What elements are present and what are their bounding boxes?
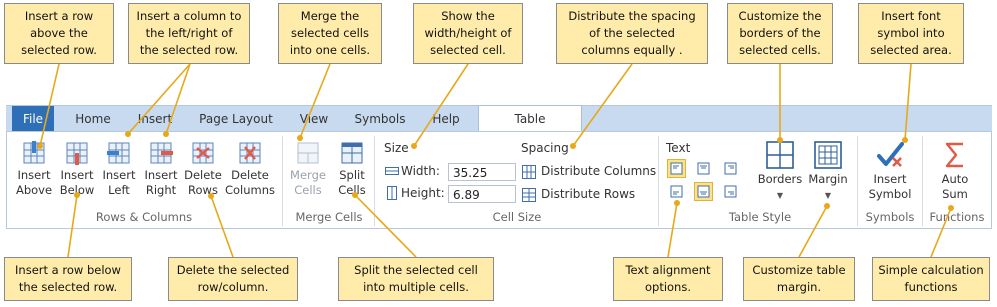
callout-insert-column: Insert a column to the left/right of the… (128, 3, 250, 64)
ribbon-tab-bar: File Home Insert Page Layout View Symbol… (6, 105, 992, 133)
delete-columns-label: Delete Columns (224, 168, 276, 197)
borders-dropdown-icon: ▼ (776, 191, 784, 200)
merge-cells-label: Merge Cells (290, 168, 326, 197)
height-field[interactable]: 6.89 (448, 185, 516, 203)
margin-icon (814, 141, 842, 169)
tab-page-layout[interactable]: Page Layout (194, 106, 278, 132)
margin-button[interactable]: Margin ▼ (804, 140, 852, 203)
width-label: Width: (401, 164, 440, 178)
tab-file[interactable]: File (12, 106, 54, 132)
callout-split: Split the selected cell into multiple ce… (338, 257, 494, 301)
tab-table[interactable]: Table (478, 105, 582, 133)
merge-cells-icon (297, 142, 319, 164)
insert-symbol-button[interactable]: Insert Symbol (858, 140, 922, 202)
tab-view[interactable]: View (292, 106, 336, 132)
group-separator (374, 136, 375, 226)
align-top-left-button[interactable] (667, 159, 686, 178)
width-field[interactable]: 35.25 (448, 163, 516, 181)
distribute-columns-label: Distribute Columns (541, 164, 657, 178)
width-icon (385, 167, 399, 175)
auto-sum-button[interactable]: Auto Sum (926, 140, 984, 202)
insert-below-button[interactable]: Insert Below (55, 140, 99, 198)
align-top-center-icon (697, 162, 710, 175)
delete-rows-button[interactable]: Delete Rows (182, 140, 224, 198)
group-separator (922, 136, 923, 226)
group-label-table-style: Table Style (728, 210, 792, 224)
insert-right-label: Insert Right (144, 168, 178, 197)
callout-insert-symbol: Insert font symbol into selected area. (858, 3, 964, 64)
margin-dropdown-icon: ▼ (824, 191, 832, 200)
group-label-symbols: Symbols (865, 210, 915, 224)
group-label-rows-columns: Rows & Columns (95, 210, 193, 224)
tab-home[interactable]: Home (68, 106, 118, 132)
text-heading: Text (666, 141, 691, 155)
insert-above-label: Insert Above (15, 168, 53, 197)
callout-merge: Merge the selected cells into one cells. (278, 3, 382, 64)
borders-button[interactable]: Borders ▼ (754, 140, 806, 203)
distribute-columns-icon (522, 165, 536, 179)
align-top-left-icon (670, 162, 683, 175)
align-bottom-center-icon (697, 185, 710, 198)
tab-help[interactable]: Help (424, 106, 468, 132)
group-label-cell-size: Cell Size (492, 210, 542, 224)
insert-symbol-label: Insert Symbol (868, 172, 912, 201)
delete-rows-label: Delete Rows (184, 168, 222, 197)
distribute-rows-label: Distribute Rows (541, 187, 636, 201)
spacing-heading: Spacing (521, 141, 569, 155)
auto-sum-label: Auto Sum (941, 172, 969, 201)
borders-label: Borders (757, 172, 803, 186)
insert-below-icon (66, 142, 88, 165)
height-label: Height: (401, 186, 445, 200)
group-separator (282, 136, 283, 226)
callout-insert-below: Insert a row below the selected row. (4, 257, 132, 301)
delete-rows-icon (192, 142, 214, 164)
group-separator (658, 136, 659, 226)
tab-insert[interactable]: Insert (130, 106, 180, 132)
distribute-rows-icon (522, 188, 536, 202)
insert-left-button[interactable]: Insert Left (99, 140, 139, 198)
align-top-right-icon (724, 162, 737, 175)
delete-columns-button[interactable]: Delete Columns (224, 140, 276, 198)
split-cells-icon (341, 142, 363, 164)
insert-left-label: Insert Left (102, 168, 136, 197)
insert-above-icon (23, 141, 45, 164)
delete-columns-icon (239, 142, 261, 164)
callout-margin: Customize table margin. (743, 257, 855, 301)
callout-borders: Customize the borders of the selected ce… (727, 3, 833, 64)
split-cells-label: Split Cells (338, 168, 366, 197)
symbol-checkmark-icon (877, 142, 904, 167)
callout-calculation: Simple calculation functions (872, 257, 990, 301)
insert-right-button[interactable]: Insert Right (140, 140, 182, 198)
insert-left-icon (107, 142, 130, 164)
insert-above-button[interactable]: Insert Above (12, 140, 56, 198)
callout-delete: Delete the selected row/column. (168, 257, 298, 301)
sigma-icon (945, 142, 963, 168)
size-heading: Size (384, 141, 409, 155)
group-label-merge-cells: Merge Cells (295, 210, 363, 224)
callout-insert-above: Insert a row above the selected row. (4, 3, 114, 64)
insert-below-label: Insert Below (59, 168, 95, 197)
align-bottom-left-icon (670, 185, 683, 198)
align-bottom-right-button[interactable] (721, 182, 740, 201)
borders-icon (766, 141, 794, 169)
callout-distribute: Distribute the spacing of the selected c… (556, 3, 708, 64)
callout-show-size: Show the width/height of selected cell. (413, 3, 523, 64)
align-bottom-right-icon (724, 185, 737, 198)
callout-text-alignment: Text alignment options. (613, 257, 723, 301)
tab-symbols[interactable]: Symbols (348, 106, 412, 132)
align-top-center-button[interactable] (694, 159, 713, 178)
height-icon (387, 186, 397, 200)
split-cells-button[interactable]: Split Cells (330, 140, 374, 198)
group-label-functions: Functions (929, 210, 985, 224)
align-bottom-left-button[interactable] (667, 182, 686, 201)
align-bottom-center-button[interactable] (694, 182, 713, 201)
align-top-right-button[interactable] (721, 159, 740, 178)
margin-label: Margin (808, 172, 848, 186)
merge-cells-button[interactable]: Merge Cells (286, 140, 330, 198)
insert-right-icon (150, 142, 173, 164)
